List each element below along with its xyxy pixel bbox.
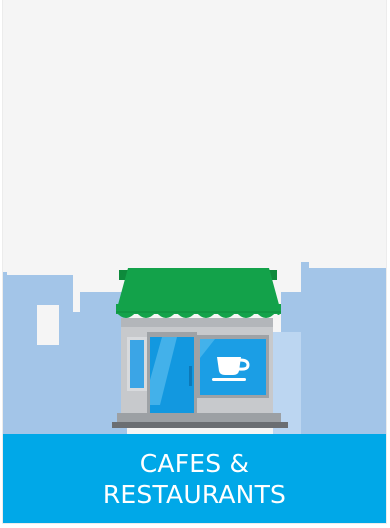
- category-title-line-1: CAFES &: [139, 448, 250, 478]
- category-title-line-2: RESTAURANTS: [102, 479, 287, 509]
- shop-awning: [116, 268, 281, 318]
- category-banner: CAFES & RESTAURANTS: [3, 434, 386, 523]
- shop-building: [112, 318, 288, 428]
- cafes-restaurants-card[interactable]: CAFES & RESTAURANTS: [3, 0, 386, 523]
- storefront-illustration: [3, 262, 386, 434]
